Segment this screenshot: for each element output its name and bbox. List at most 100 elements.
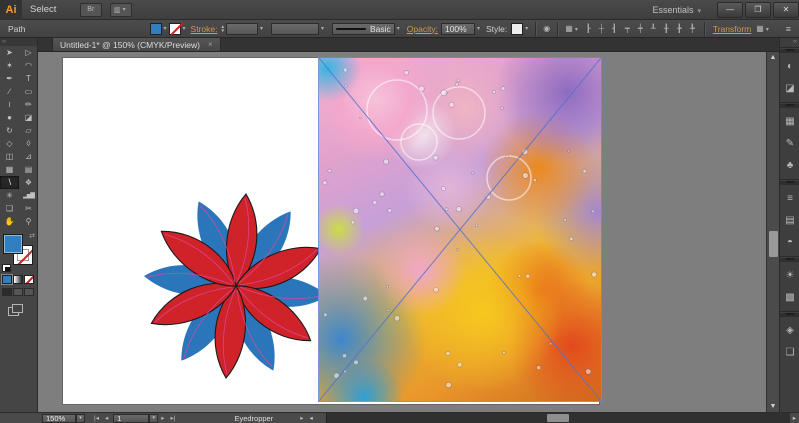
- panel-symbols-button[interactable]: ♣: [780, 154, 799, 176]
- scroll-right-icon[interactable]: ▸: [790, 414, 799, 422]
- zoom-dropdown-icon[interactable]: ▾: [76, 414, 85, 423]
- first-artboard-icon[interactable]: |◂: [91, 414, 102, 422]
- stroke-weight-field[interactable]: [226, 23, 258, 35]
- align-horizontal-right-icon[interactable]: ┨: [608, 24, 621, 33]
- align-vertical-center-icon[interactable]: ┿: [634, 24, 647, 33]
- artboard[interactable]: [62, 57, 600, 405]
- stroke-dropdown-icon[interactable]: ▾: [181, 25, 188, 32]
- style-dropdown-icon[interactable]: ▾: [523, 25, 530, 32]
- stepper-down-icon[interactable]: ▼: [220, 29, 224, 33]
- slice-tool[interactable]: ✂: [19, 202, 38, 215]
- stroke-color-swatch[interactable]: [169, 23, 181, 35]
- pencil-tool[interactable]: ✏: [19, 98, 38, 111]
- type-tool[interactable]: T: [19, 72, 38, 85]
- swap-fill-stroke-icon[interactable]: ⇄: [29, 232, 35, 240]
- eyedropper-tool[interactable]: ∖: [0, 176, 19, 189]
- vertical-scroll-track[interactable]: [767, 63, 779, 401]
- bridge-icon[interactable]: Br: [80, 3, 102, 17]
- recolor-artwork-icon[interactable]: ◉: [541, 24, 552, 33]
- symbol-sprayer-tool[interactable]: ✳: [0, 189, 19, 202]
- shape-builder-tool[interactable]: ◫: [0, 150, 19, 163]
- canvas-pasteboard[interactable]: [38, 52, 766, 412]
- pen-tool[interactable]: ✒: [0, 72, 19, 85]
- artboard-dropdown-icon[interactable]: ▾: [149, 414, 158, 423]
- gradient-button[interactable]: [13, 275, 23, 284]
- arrange-documents-icon[interactable]: ▥▾: [110, 3, 132, 17]
- scale-tool[interactable]: ▱: [19, 124, 38, 137]
- document-tab[interactable]: Untitled-1* @ 150% (CMYK/Preview) ×: [52, 37, 221, 51]
- tab-close-icon[interactable]: ×: [208, 40, 213, 49]
- transform-panel-icon[interactable]: ▦▾: [754, 24, 773, 33]
- stroke-weight-dropdown-icon[interactable]: ▾: [258, 25, 265, 32]
- panel-artboards-button[interactable]: ❏: [780, 341, 799, 363]
- mesh-tool[interactable]: ▦: [0, 163, 19, 176]
- status-popup-icon[interactable]: ▸: [297, 414, 306, 422]
- stroke-weight-stepper[interactable]: ▲▼: [220, 25, 224, 33]
- opacity-link[interactable]: Opacity:: [407, 24, 438, 34]
- magic-wand-tool[interactable]: ✶: [0, 59, 19, 72]
- dock-grip[interactable]: [780, 104, 799, 108]
- fill-dropdown-icon[interactable]: ▾: [162, 25, 169, 32]
- flower-artwork[interactable]: [126, 176, 346, 396]
- next-artboard-icon[interactable]: ▸: [158, 414, 167, 422]
- fill-proxy-swatch[interactable]: [3, 234, 23, 254]
- dock-grip[interactable]: [780, 181, 799, 185]
- align-vertical-bottom-icon[interactable]: ┸: [647, 24, 660, 33]
- blob-brush-tool[interactable]: ●: [0, 111, 19, 124]
- artboard-tool[interactable]: ❏: [0, 202, 19, 215]
- line-segment-tool[interactable]: ∕: [0, 85, 19, 98]
- panel-gradient-button[interactable]: ▤: [780, 209, 799, 231]
- width-tool[interactable]: ◇: [0, 137, 19, 150]
- free-transform-tool[interactable]: ◊: [19, 137, 38, 150]
- align-to-dropdown-icon[interactable]: ▦▾: [563, 24, 582, 33]
- none-button[interactable]: [24, 275, 34, 284]
- column-graph-tool[interactable]: ▂▅▇: [19, 189, 38, 202]
- dock-grip[interactable]: [780, 313, 799, 317]
- close-button[interactable]: ✕: [773, 2, 799, 18]
- panel-layers-button[interactable]: ◈: [780, 319, 799, 341]
- rotate-tool[interactable]: ↻: [0, 124, 19, 137]
- panel-color-button[interactable]: ◐: [780, 55, 799, 77]
- brush-dropdown-icon[interactable]: ▾: [395, 25, 402, 32]
- hand-tool[interactable]: ✋: [0, 215, 19, 228]
- paintbrush-tool[interactable]: ≀: [0, 98, 19, 111]
- placed-image[interactable]: [319, 58, 601, 401]
- vertical-scrollbar[interactable]: ▲ ▼: [766, 52, 779, 412]
- lasso-tool[interactable]: ◠: [19, 59, 38, 72]
- draw-behind-button[interactable]: [13, 288, 23, 296]
- tools-collapse-icon[interactable]: ‹‹: [0, 38, 37, 46]
- transform-link[interactable]: Transform: [713, 24, 751, 34]
- workspace-switcher[interactable]: Essentials▾: [652, 5, 701, 15]
- distribute-vertical-top-icon[interactable]: ╂: [660, 24, 673, 33]
- perspective-grid-tool[interactable]: ⊿: [19, 150, 38, 163]
- color-button[interactable]: [2, 275, 12, 284]
- prev-artboard-icon[interactable]: ◂: [102, 414, 111, 422]
- align-horizontal-center-icon[interactable]: ┼: [595, 24, 608, 33]
- align-vertical-top-icon[interactable]: ┯: [621, 24, 634, 33]
- brush-definition-field[interactable]: Basic: [332, 23, 395, 35]
- draw-inside-button[interactable]: [24, 288, 34, 296]
- last-artboard-icon[interactable]: ▸|: [167, 414, 178, 422]
- rectangle-tool[interactable]: ▭: [19, 85, 38, 98]
- distribute-vertical-bottom-icon[interactable]: ╄: [686, 24, 699, 33]
- dock-grip[interactable]: [780, 258, 799, 262]
- stroke-link[interactable]: Stroke:: [191, 24, 218, 34]
- zoom-tool[interactable]: ⚲: [19, 215, 38, 228]
- width-profile-field[interactable]: [271, 23, 319, 35]
- panel-brushes-button[interactable]: ✎: [780, 132, 799, 154]
- scroll-left-icon[interactable]: ◂: [306, 414, 315, 422]
- opacity-field[interactable]: 100%: [441, 23, 475, 35]
- selection-tool[interactable]: ➤: [0, 46, 19, 59]
- distribute-horizontal-center-icon[interactable]: ╊: [673, 24, 686, 33]
- default-fill-stroke-icon[interactable]: [2, 264, 11, 272]
- restore-button[interactable]: ❐: [745, 2, 771, 18]
- draw-normal-button[interactable]: [2, 288, 12, 296]
- artboard-number-field[interactable]: 1: [113, 414, 149, 423]
- panel-color-guide-button[interactable]: ◪: [780, 77, 799, 99]
- opacity-dropdown-icon[interactable]: ▾: [475, 25, 482, 32]
- panel-swatches-button[interactable]: ▦: [780, 110, 799, 132]
- direct-selection-tool[interactable]: ▷: [19, 46, 38, 59]
- screen-mode-icon[interactable]: [8, 304, 22, 314]
- panel-graphic-styles-button[interactable]: ▩: [780, 286, 799, 308]
- menu-select[interactable]: Select: [22, 0, 72, 20]
